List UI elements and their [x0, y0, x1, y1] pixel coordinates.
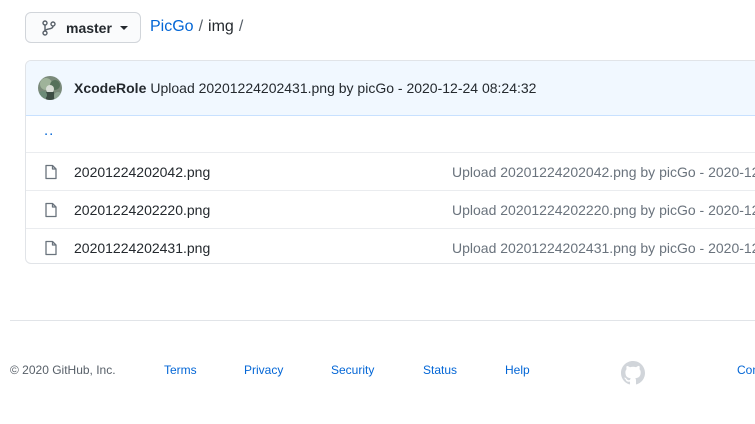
breadcrumb-repo-link[interactable]: PicGo	[150, 18, 194, 36]
file-list: XcodeRole Upload 20201224202431.png by p…	[25, 60, 755, 264]
file-commit-link[interactable]: Upload 20201224202042.png by picGo - 202…	[452, 164, 755, 180]
table-row: 20201224202042.png Upload 20201224202042…	[26, 153, 755, 191]
footer-link-contact[interactable]: Con	[737, 363, 755, 377]
breadcrumb-separator: /	[198, 18, 204, 35]
latest-commit-bar: XcodeRole Upload 20201224202431.png by p…	[26, 61, 755, 116]
branch-label: master	[66, 19, 112, 36]
breadcrumb: PicGo / img /	[150, 18, 248, 36]
parent-directory-row[interactable]: ..	[26, 116, 755, 153]
footer: © 2020 GitHub, Inc. Terms Privacy Securi…	[0, 361, 755, 385]
footer-copyright: © 2020 GitHub, Inc.	[10, 363, 116, 377]
footer-link-privacy[interactable]: Privacy	[244, 363, 283, 377]
commit-author-link[interactable]: XcodeRole	[74, 80, 146, 96]
file-commit-link[interactable]: Upload 20201224202220.png by picGo - 202…	[452, 202, 755, 218]
commit-message-link[interactable]: Upload 20201224202431.png by picGo - 202…	[150, 80, 536, 96]
breadcrumb-current-dir: img	[208, 18, 234, 35]
git-branch-icon	[42, 19, 56, 36]
chevron-down-icon	[119, 25, 128, 30]
breadcrumb-trailing-separator: /	[238, 18, 244, 35]
file-name-link[interactable]: 20201224202220.png	[74, 202, 210, 218]
footer-divider	[10, 320, 755, 321]
table-row: 20201224202431.png Upload 20201224202431…	[26, 229, 755, 263]
branch-select-button[interactable]: master	[25, 12, 141, 43]
file-name-link[interactable]: 20201224202431.png	[74, 240, 210, 256]
avatar[interactable]	[38, 76, 62, 100]
file-icon	[44, 240, 58, 256]
footer-link-security[interactable]: Security	[331, 363, 374, 377]
parent-directory-link[interactable]: ..	[44, 122, 54, 139]
footer-link-status[interactable]: Status	[423, 363, 457, 377]
page: master PicGo / img / XcodeRole Upload 20…	[0, 0, 755, 424]
footer-link-terms[interactable]: Terms	[164, 363, 197, 377]
table-row: 20201224202220.png Upload 20201224202220…	[26, 191, 755, 229]
file-icon	[44, 202, 58, 218]
footer-link-help[interactable]: Help	[505, 363, 530, 377]
file-commit-link[interactable]: Upload 20201224202431.png by picGo - 202…	[452, 240, 755, 256]
file-name-link[interactable]: 20201224202042.png	[74, 164, 210, 180]
github-mark-icon[interactable]	[621, 361, 645, 385]
file-icon	[44, 164, 58, 180]
